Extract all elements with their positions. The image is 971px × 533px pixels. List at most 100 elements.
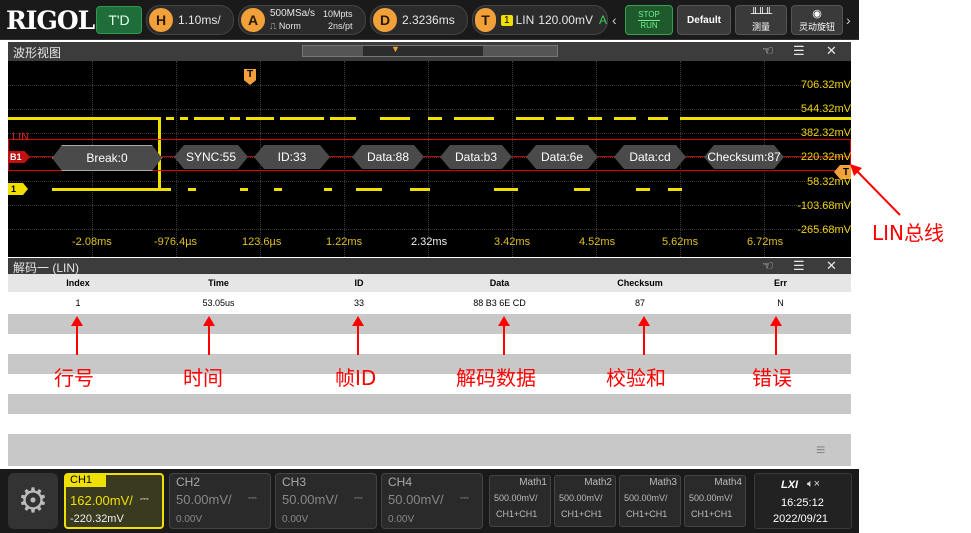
horizontal-scale-control[interactable]: H 1.10ms/ (146, 5, 234, 35)
touch-gesture-icon[interactable]: ☜ (762, 43, 774, 59)
voltage-label: 706.32mV (800, 79, 851, 91)
ch1-waveform-low (574, 188, 590, 191)
trigger-level: 120.00mV (538, 13, 593, 27)
math-1-box[interactable]: Math1 500.00mV/ CH1+CH1 (489, 475, 551, 527)
ch1-waveform-low (274, 188, 282, 191)
grid-line (8, 85, 851, 86)
memory-overview-bar[interactable]: ▼ (302, 44, 558, 57)
cell-err[interactable]: N (710, 293, 851, 313)
math-2-box[interactable]: Math2 500.00mV/ CH1+CH1 (554, 475, 616, 527)
channel-1-offset: -220.32mV (70, 513, 124, 525)
math-1-label: Math1 (519, 477, 547, 488)
arrow-shaft (357, 325, 359, 355)
menu-icon[interactable]: ☰ (793, 43, 805, 59)
voltage-label: 382.32mV (800, 127, 851, 139)
delay-control[interactable]: D 2.3236ms (370, 5, 468, 35)
lin-label: LIN (12, 131, 30, 143)
ch1-waveform-low (188, 188, 196, 191)
channel-2-box[interactable]: CH2 50.00mV/ ⎓ 0.00V (169, 473, 271, 529)
stop-run-button[interactable]: STOP RUN (625, 5, 673, 35)
horizontal-scale-value: 1.10ms/ (178, 13, 221, 27)
status-clock-panel[interactable]: LXI 🔈︎× 16:25:12 2022/09/21 (754, 473, 852, 529)
math-3-box[interactable]: Math3 500.00mV/ CH1+CH1 (619, 475, 681, 527)
timebase-mode-button[interactable]: T'D (96, 6, 142, 34)
channel-3-offset: 0.00V (282, 514, 309, 525)
channel-4-box[interactable]: CH4 50.00mV/ ⎓ 0.00V (381, 473, 483, 529)
lin-bus-arrow (850, 164, 901, 216)
acquire-icon: A (241, 8, 265, 32)
channel-4-offset: 0.00V (388, 514, 415, 525)
waveform-display[interactable]: LIN B1 1 T T Break:0 SYNC:55 ID:33 Data:… (8, 61, 851, 257)
ch1-waveform-high (246, 117, 274, 120)
arrow-shaft (643, 325, 645, 355)
column-header-checksum[interactable]: Checksum (570, 274, 711, 292)
channel-3-scale: 50.00mV/ (282, 492, 338, 507)
column-header-time[interactable]: Time (148, 274, 290, 292)
arrow-shaft (208, 325, 210, 355)
waveform-window-titlebar: 波形视图 ▼ ☜ ☰ ✕ (8, 42, 851, 61)
ch1-marker[interactable]: 1 (8, 183, 28, 195)
knob-label: 灵动旋钮 (798, 22, 835, 32)
annotation-error: 错误 (752, 366, 792, 390)
decode-tag-data: Data:6e (526, 145, 598, 169)
math-4-box[interactable]: Math4 500.00mV/ CH1+CH1 (684, 475, 746, 527)
voltage-label: -265.68mV (797, 224, 851, 236)
measure-button[interactable]: ╨╨╨ 测量 (735, 5, 787, 35)
math-2-expr: CH1+CH1 (561, 509, 603, 519)
math-1-scale: 500.00mV/ (494, 493, 538, 503)
chevron-right-icon[interactable]: › (846, 5, 856, 35)
grid-line (8, 133, 851, 134)
ch1-waveform-high (280, 117, 324, 120)
ch1-waveform-low (356, 188, 382, 191)
ch1-waveform-high (380, 117, 410, 120)
run-label: RUN (640, 20, 658, 30)
arrow-shaft (76, 325, 78, 355)
list-collapse-icon[interactable]: ≡ (816, 442, 825, 460)
ch1-waveform-high (180, 117, 188, 120)
decode-tag-data: Data:cd (614, 145, 686, 169)
ch1-waveform-high (428, 117, 442, 120)
clock-time: 16:25:12 (781, 497, 824, 509)
chevron-left-icon[interactable]: ‹ (612, 5, 622, 35)
cell-index[interactable]: 1 (8, 293, 148, 313)
trigger-time-marker[interactable]: T (244, 69, 256, 85)
column-header-index[interactable]: Index (8, 274, 149, 292)
time-label: 6.72ms (747, 236, 784, 248)
memory-view-window (363, 46, 483, 56)
speaker-muted-icon[interactable]: 🔈︎× (807, 478, 820, 491)
horizontal-icon: H (149, 8, 173, 32)
cell-data[interactable]: 88 B3 6E CD (429, 293, 570, 313)
menu-icon[interactable]: ☰ (793, 258, 805, 274)
dc-coupling-icon: ⎓ (248, 492, 257, 504)
ch1-waveform-high (680, 117, 851, 120)
channel-3-box[interactable]: CH3 50.00mV/ ⎓ 0.00V (275, 473, 377, 529)
arrow-shaft (503, 325, 505, 355)
dc-coupling-icon: ⎓ (460, 492, 469, 504)
default-button[interactable]: Default (677, 5, 731, 35)
time-label: 2.32ms (411, 236, 448, 248)
column-header-data[interactable]: Data (429, 274, 571, 292)
smart-knob-button[interactable]: ◉ 灵动旋钮 (791, 5, 843, 35)
cell-time[interactable]: 53.05us (148, 293, 289, 313)
cell-id[interactable]: 33 (289, 293, 429, 313)
decode-tag-sync: SYNC:55 (174, 145, 248, 169)
delay-icon: D (373, 8, 397, 32)
decode-window-titlebar: 解码一 (LIN) ☜ ☰ ✕ (8, 258, 851, 275)
close-icon[interactable]: ✕ (826, 258, 837, 274)
channel-1-box[interactable]: CH1 162.00mV/ ⎓ -220.32mV (64, 473, 164, 529)
waveform-window-title: 波形视图 (13, 46, 62, 60)
table-row-empty (8, 434, 851, 466)
trigger-control[interactable]: T 1 LIN 120.00mV A (472, 5, 608, 35)
column-header-id[interactable]: ID (289, 274, 430, 292)
acquire-control[interactable]: A 500MSa/s ⎍ Norm 10Mpts 2ns/pt (238, 5, 366, 35)
ch1-waveform-high (194, 117, 224, 120)
table-row-empty (8, 314, 851, 334)
gear-icon[interactable]: ⚙ (8, 473, 58, 529)
touch-gesture-icon[interactable]: ☜ (762, 258, 774, 274)
arrow-shaft (775, 325, 777, 355)
close-icon[interactable]: ✕ (826, 43, 837, 59)
clock-date: 2022/09/21 (773, 513, 829, 525)
cell-checksum[interactable]: 87 (570, 293, 710, 313)
math-4-scale: 500.00mV/ (689, 493, 733, 503)
column-header-err[interactable]: Err (710, 274, 851, 292)
